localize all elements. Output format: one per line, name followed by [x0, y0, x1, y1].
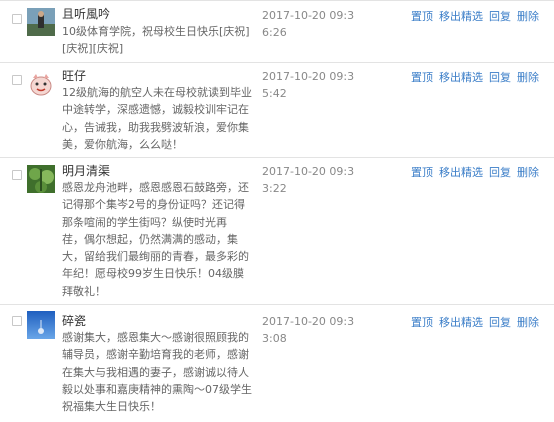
select-checkbox[interactable] — [12, 316, 22, 326]
comment-timestamp: 2017-10-20 09:3 3:22 — [262, 163, 358, 197]
unfeature-button[interactable]: 移出精选 — [439, 71, 483, 84]
comment-text: 感恩龙舟池畔，感恩感恩石鼓路旁，还 记得那个集岑2号的身份证吗？还记得 那条喧闹… — [62, 179, 252, 300]
commenter-name[interactable]: 明月清渠 — [62, 164, 110, 179]
comment-text-line: 中途转学，深感遗憾，诚毅校训牢记在 — [62, 103, 249, 117]
row-divider — [0, 62, 554, 63]
comment-text: 10级体育学院，祝母校生日快乐[庆祝] [庆祝][庆祝] — [62, 23, 252, 58]
commenter-name[interactable]: 碎瓷 — [62, 314, 86, 329]
comment-text-line: 大，留给我们最绚丽的青春，最多彩的 — [62, 250, 249, 264]
comment-actions: 置顶 移出精选 回复 删除 — [411, 165, 545, 180]
row-divider — [0, 0, 554, 1]
pin-button[interactable]: 置顶 — [411, 71, 433, 84]
comment-text-line: 感恩龙舟池畔，感恩感恩石鼓路旁，还 — [62, 181, 249, 194]
commenter-name[interactable]: 且听風吟 — [62, 7, 110, 22]
comment-text-line: 荏，偶尔想起，仍然满满的感动，集 — [62, 232, 238, 246]
pin-button[interactable]: 置顶 — [411, 316, 433, 329]
select-checkbox[interactable] — [12, 14, 22, 24]
pin-button[interactable]: 置顶 — [411, 166, 433, 179]
timestamp-part: 5:42 — [262, 87, 287, 100]
commenter-name[interactable]: 旺仔 — [62, 69, 86, 84]
user-avatar-photo[interactable] — [27, 8, 55, 36]
timestamp-part: 2017-10-20 09:3 — [262, 70, 355, 83]
comment-text-line: 感谢集大，感恩集大～感谢很照顾我的 — [62, 331, 249, 344]
timestamp-part: 6:26 — [262, 26, 287, 39]
comment-text-line: 心，告诫我，助我我劈波斩浪，爱你集 — [62, 120, 249, 134]
user-avatar-plant[interactable] — [27, 165, 55, 193]
comment-text-line: 那条喧闹的学生街吗？纵使时光再 — [62, 215, 227, 229]
select-checkbox[interactable] — [12, 75, 22, 85]
unfeature-button[interactable]: 移出精选 — [439, 316, 483, 329]
comment-text: 感谢集大，感恩集大～感谢很照顾我的 辅导员，感谢辛勤培育我的老师，感谢 在集大与… — [62, 329, 252, 415]
select-checkbox[interactable] — [12, 170, 22, 180]
comment-list: 且听風吟 10级体育学院，祝母校生日快乐[庆祝] [庆祝][庆祝] 2017-1… — [0, 0, 554, 422]
comment-text-line: 记得那个集岑2号的身份证吗？还记得 — [62, 198, 245, 212]
timestamp-part: 3:22 — [262, 182, 287, 195]
comment-timestamp: 2017-10-20 09:3 3:08 — [262, 313, 358, 347]
unfeature-button[interactable]: 移出精选 — [439, 166, 483, 179]
comment-text-line: 10级体育学院，祝母校生日快乐[庆祝] — [62, 25, 250, 38]
reply-button[interactable]: 回复 — [489, 71, 511, 84]
user-avatar-cartoon[interactable] — [27, 70, 55, 98]
comment-text-line: [庆祝][庆祝] — [62, 42, 124, 56]
delete-button[interactable]: 删除 — [517, 166, 539, 179]
row-divider — [0, 304, 554, 305]
comment-text-line: 毅以处事和嘉庚精神的熏陶～07级学生 — [62, 382, 252, 396]
comment-text-line: 年纪！愿母校99岁生日快乐！04级膜 — [62, 267, 244, 281]
timestamp-part: 2017-10-20 09:3 — [262, 315, 355, 328]
user-avatar-sky[interactable] — [27, 311, 55, 339]
unfeature-button[interactable]: 移出精选 — [439, 10, 483, 23]
comment-actions: 置顶 移出精选 回复 删除 — [411, 9, 545, 24]
delete-button[interactable]: 删除 — [517, 71, 539, 84]
timestamp-part: 2017-10-20 09:3 — [262, 9, 355, 22]
comment-timestamp: 2017-10-20 09:3 5:42 — [262, 68, 358, 102]
comment-timestamp: 2017-10-20 09:3 6:26 — [262, 7, 358, 41]
timestamp-part: 3:08 — [262, 332, 287, 345]
comment-text: 12级航海的航空人未在母校就读到毕业 中途转学，深感遗憾，诚毅校训牢记在 心，告… — [62, 84, 252, 153]
comment-text-line: 12级航海的航空人未在母校就读到毕业 — [62, 86, 252, 99]
comment-text-line: 祝福集大生日快乐！ — [62, 400, 161, 414]
row-divider — [0, 157, 554, 158]
comment-text-line: 在集大与我相遇的妻子，感谢诚以待人 — [62, 365, 249, 379]
reply-button[interactable]: 回复 — [489, 10, 511, 23]
delete-button[interactable]: 删除 — [517, 10, 539, 23]
reply-button[interactable]: 回复 — [489, 166, 511, 179]
delete-button[interactable]: 删除 — [517, 316, 539, 329]
pin-button[interactable]: 置顶 — [411, 10, 433, 23]
comment-actions: 置顶 移出精选 回复 删除 — [411, 315, 545, 330]
timestamp-part: 2017-10-20 09:3 — [262, 165, 355, 178]
comment-actions: 置顶 移出精选 回复 删除 — [411, 70, 545, 85]
comment-text-line: 辅导员，感谢辛勤培育我的老师，感谢 — [62, 348, 249, 362]
reply-button[interactable]: 回复 — [489, 316, 511, 329]
comment-text-line: 拜敬礼！ — [62, 284, 106, 298]
comment-text-line: 美，爱你航海，么么哒！ — [62, 137, 183, 151]
